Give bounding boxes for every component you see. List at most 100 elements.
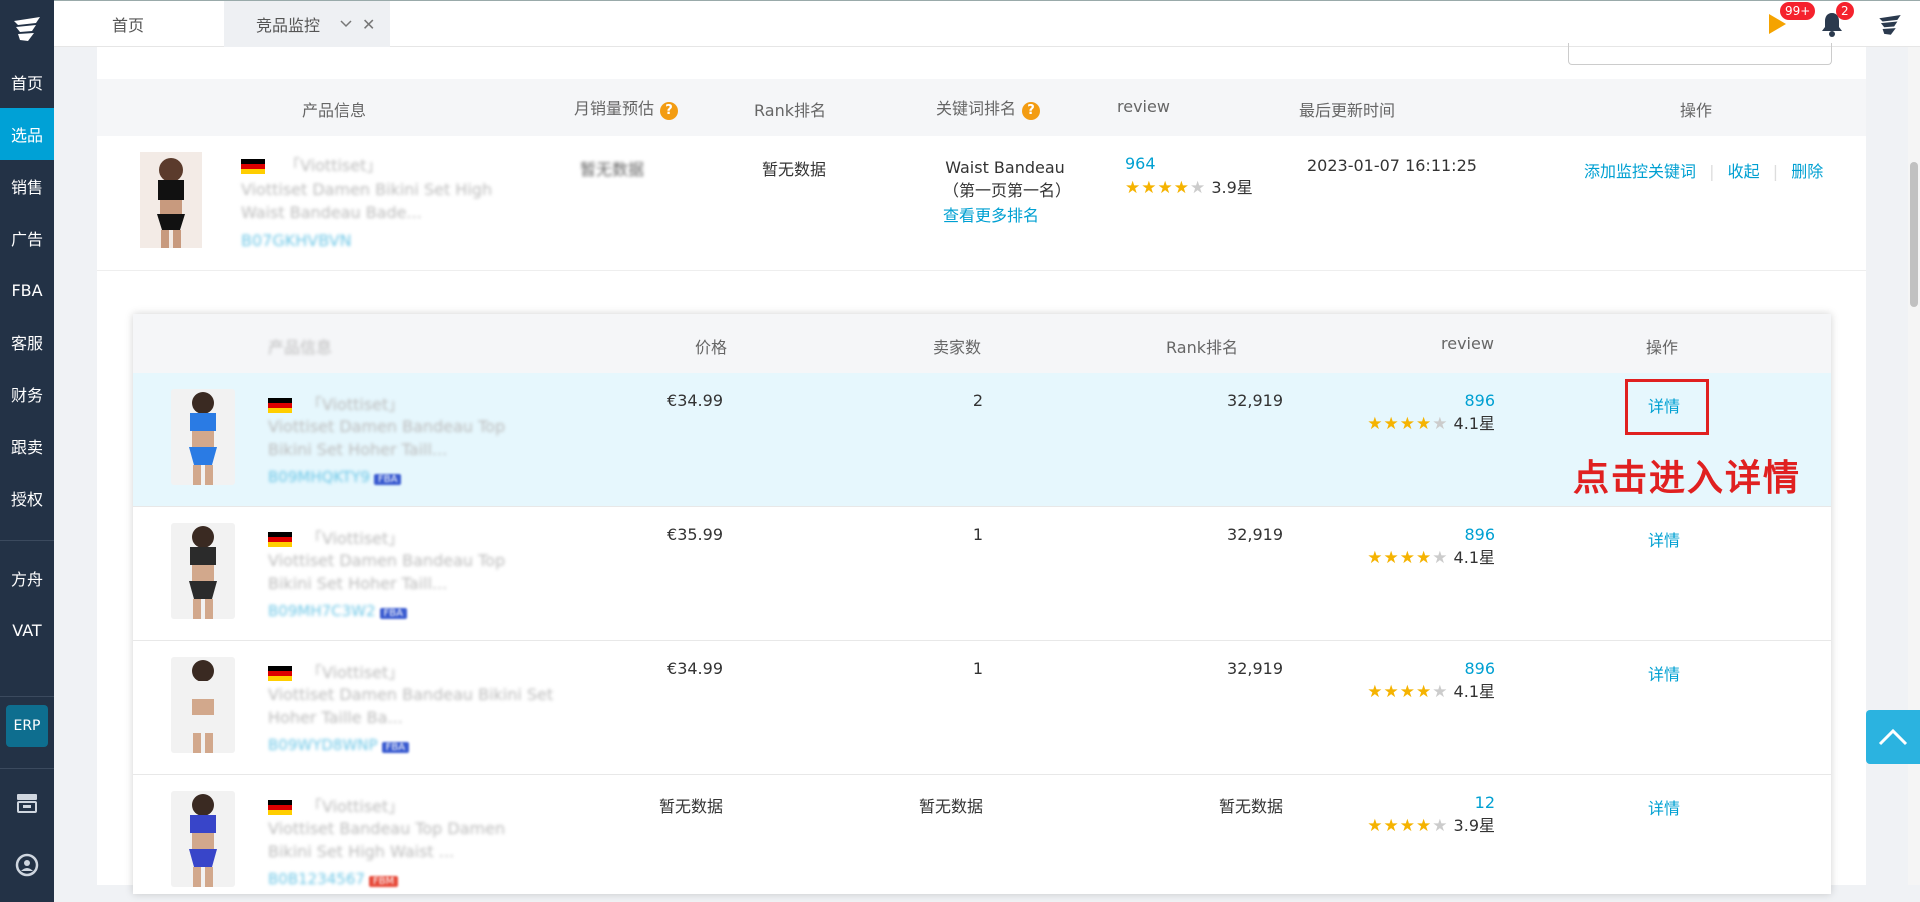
detail-link[interactable]: 详情 <box>1648 527 1680 551</box>
product-asin[interactable]: B09WYD8WNP <box>268 736 378 754</box>
rank-value: 32,919 <box>1227 659 1283 678</box>
brand-name: 「Viottiset」 <box>284 156 383 175</box>
star-rating-icon: ★★★★★ <box>1367 548 1449 568</box>
view-more-ranks-link[interactable]: 查看更多排名 <box>943 202 1039 226</box>
scrollbar-thumb[interactable] <box>1910 162 1918 307</box>
review-count-link[interactable]: 896 <box>1333 659 1495 678</box>
chevron-down-icon[interactable] <box>340 20 352 28</box>
product-title[interactable]: Viottiset Damen Bikini Set High Waist Ba… <box>241 178 492 224</box>
product-title[interactable]: Viottiset Damen Bandeau Top Bikini Set Ho… <box>268 415 505 461</box>
tab-competitor-monitor[interactable]: 竞品监控 ✕ <box>224 1 390 47</box>
close-icon[interactable]: ✕ <box>362 15 375 34</box>
store-icon[interactable] <box>0 792 54 814</box>
delete-link[interactable]: 删除 <box>1791 162 1823 181</box>
add-keyword-link[interactable]: 添加监控关键词 <box>1584 162 1696 181</box>
fulfillment-tag: FBA <box>381 742 410 753</box>
product-asin-line: B09MHQKTY9 FBA <box>268 468 402 486</box>
product-asin-line: B09WYD8WNP FBA <box>268 736 410 754</box>
highlight-box <box>1625 379 1709 435</box>
fulfillment-tag: FBA <box>373 474 402 485</box>
sidebar-nav: 首页 选品 销售 广告 FBA 客服 财务 跟卖 授权 <box>0 56 54 524</box>
review-count-link[interactable]: 12 <box>1333 793 1495 812</box>
germany-flag-icon <box>268 800 292 815</box>
detail-link[interactable]: 详情 <box>1648 661 1680 685</box>
review-count-link[interactable]: 964 <box>1125 154 1253 173</box>
review-cell: 12 ★★★★★ 3.9星 <box>1333 793 1495 836</box>
announcement-button[interactable]: 99+ <box>1750 1 1816 47</box>
rating: ★★★★★ 3.9星 <box>1125 174 1253 198</box>
notification-button[interactable]: 2 <box>1810 1 1860 47</box>
sidebar-divider <box>0 768 54 769</box>
monitor-table-header: 产品信息 月销量预估? Rank排名 关键词排名? review 最后更新时间 … <box>97 79 1866 136</box>
logo[interactable] <box>0 0 54 56</box>
sellers-value: 2 <box>972 391 983 410</box>
col-rank: Rank排名 <box>754 101 826 120</box>
product-thumbnail[interactable] <box>171 389 235 485</box>
sidebar-nav-secondary: 方舟 VAT <box>0 552 54 656</box>
sidebar-item[interactable]: VAT <box>0 604 54 656</box>
bell-badge: 2 <box>1836 2 1854 20</box>
sidebar-item[interactable]: 方舟 <box>0 552 54 604</box>
germany-flag-icon <box>268 532 292 547</box>
rating: ★★★★★ 4.1星 <box>1333 678 1495 702</box>
product-brand-line: 「Viottiset」 <box>268 391 404 415</box>
search-input[interactable] <box>1568 43 1832 65</box>
col-price: 价格 <box>695 338 728 357</box>
user-avatar[interactable] <box>1860 1 1920 47</box>
product-thumbnail[interactable] <box>171 791 235 887</box>
sidebar-item[interactable]: 跟卖 <box>0 420 54 472</box>
tab-home[interactable]: 首页 <box>112 1 144 47</box>
price-value: €34.99 <box>667 659 723 678</box>
product-title[interactable]: Viottiset Damen Bandeau Top Bikini Set Ho… <box>268 549 505 595</box>
collapse-link[interactable]: 收起 <box>1728 162 1760 181</box>
sidebar-item[interactable]: 客服 <box>0 316 54 368</box>
product-asin[interactable]: B09MHQKTY9 <box>268 468 370 486</box>
review-count-link[interactable]: 896 <box>1333 525 1495 544</box>
app-root: 首页 选品 销售 广告 FBA 客服 财务 跟卖 授权 方舟 VAT ERP 首页 竞品监控 ✕ … <box>0 0 1920 902</box>
separator: | <box>1772 162 1779 181</box>
product-asin[interactable]: B0B1234567 <box>268 870 365 888</box>
detail-link[interactable]: 详情 <box>1648 795 1680 819</box>
product-thumbnail[interactable] <box>140 152 202 248</box>
sidebar-item[interactable]: FBA <box>0 264 54 316</box>
keyword-position: （第一页第一名） <box>943 181 1072 200</box>
title-line: Bikini Set Hoher Taill... <box>268 574 448 593</box>
product-asin[interactable]: B09MH7C3W2 <box>268 602 376 620</box>
sidebar-item[interactable]: 财务 <box>0 368 54 420</box>
support-icon[interactable] <box>0 853 54 877</box>
rating-text: 4.1星 <box>1453 548 1495 567</box>
product-thumbnail[interactable] <box>171 523 235 619</box>
product-title[interactable]: Viottiset Bandeau Top Damen Bikini Set Hi… <box>268 817 505 863</box>
brand-name: 「Viottiset」 <box>306 529 405 548</box>
product-brand-line: 「Viottiset」 <box>268 659 404 683</box>
sidebar-item[interactable]: 授权 <box>0 472 54 524</box>
sidebar-item[interactable]: 广告 <box>0 212 54 264</box>
variant-table-header: 产品信息 价格 卖家数 Rank排名 review 操作 <box>133 314 1831 373</box>
review-count-link[interactable]: 896 <box>1333 391 1495 410</box>
tab-label: 竞品监控 <box>256 16 321 35</box>
sellers-value: 1 <box>972 659 983 678</box>
col-label: 月销量预估 <box>574 99 655 118</box>
col-product-info: 产品信息 <box>268 338 333 357</box>
germany-flag-icon <box>241 159 265 174</box>
title-line: Bikini Set High Waist ... <box>268 842 455 861</box>
help-icon[interactable]: ? <box>660 102 679 120</box>
product-title[interactable]: Viottiset Damen Bandeau Bikini Set Hoher … <box>268 683 553 729</box>
title-line: Viottiset Bandeau Top Damen <box>268 819 506 838</box>
sidebar-item[interactable]: 选品 <box>0 108 54 160</box>
product-asin[interactable]: B07GKHVBVN <box>241 231 352 250</box>
sidebar-item[interactable]: 首页 <box>0 56 54 108</box>
col-actions: 操作 <box>1680 101 1713 120</box>
keyword-rank-cell: Waist Bandeau （第一页第一名） <box>943 156 1072 202</box>
help-icon[interactable]: ? <box>1022 102 1041 120</box>
sidebar-item[interactable]: 销售 <box>0 160 54 212</box>
erp-button[interactable]: ERP <box>6 705 48 747</box>
table-row: 「Viottiset」 Viottiset Damen Bandeau Bikin… <box>133 641 1831 775</box>
rank-value: 32,919 <box>1227 525 1283 544</box>
review-cell: 896 ★★★★★ 4.1星 <box>1333 525 1495 568</box>
fulfillment-tag: FBA <box>379 608 407 619</box>
back-to-top-button[interactable] <box>1866 710 1920 764</box>
rating: ★★★★★ 4.1星 <box>1333 410 1495 434</box>
product-thumbnail[interactable] <box>171 657 235 753</box>
product-asin-line: B09MH7C3W2 FBA <box>268 602 407 620</box>
